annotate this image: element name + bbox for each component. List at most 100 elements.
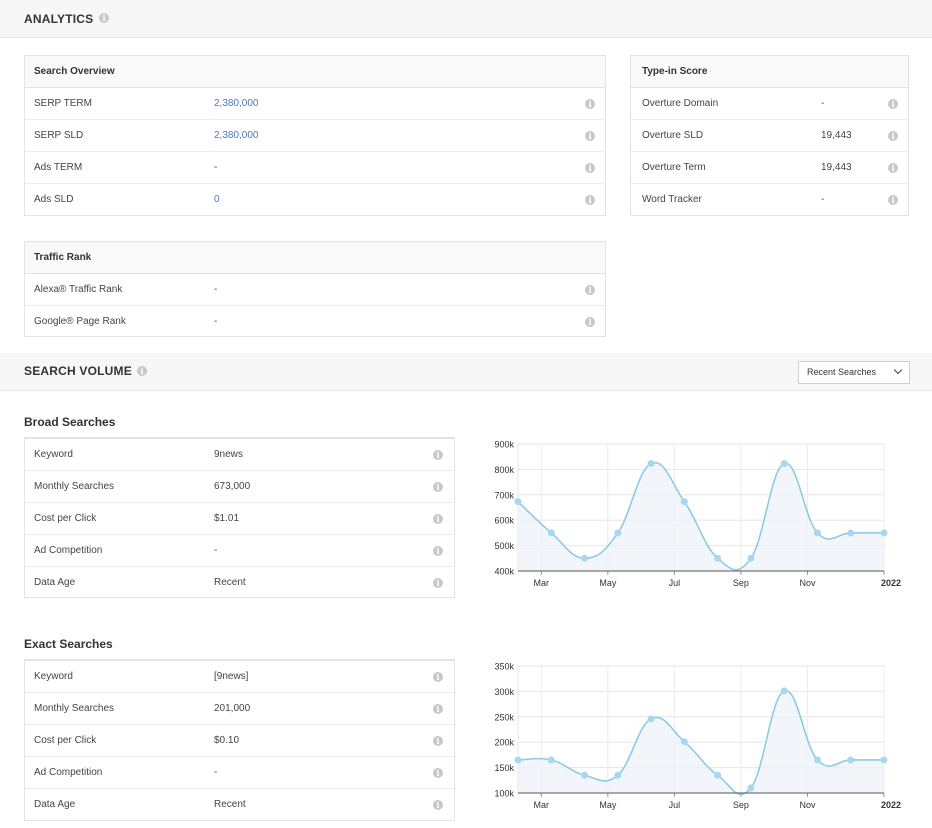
x-tick-label: 2022	[881, 578, 901, 588]
row-label: Cost per Click	[34, 513, 97, 524]
table-row: Overture Domain - i	[631, 88, 908, 120]
x-tick-label: Sep	[733, 800, 749, 810]
row-value: -	[214, 162, 218, 173]
table-row: Overture SLD 19,443 i	[631, 120, 908, 152]
info-icon[interactable]: i	[888, 163, 898, 173]
x-tick-label: May	[599, 578, 617, 588]
row-value: -	[214, 316, 218, 327]
info-icon[interactable]: i	[433, 514, 443, 524]
row-value-link[interactable]: 2,380,000	[214, 88, 259, 120]
chevron-down-icon	[893, 365, 903, 375]
info-icon[interactable]: i	[585, 99, 595, 109]
row-value: -	[214, 767, 218, 778]
data-point[interactable]	[813, 529, 821, 537]
info-icon[interactable]: i	[585, 285, 595, 295]
data-point[interactable]	[880, 529, 888, 537]
data-point[interactable]	[581, 554, 589, 562]
data-point[interactable]	[847, 529, 855, 537]
info-icon[interactable]: i	[99, 13, 109, 23]
data-point[interactable]	[647, 715, 655, 723]
search-volume-header: SEARCH VOLUME i	[0, 353, 932, 391]
data-point[interactable]	[647, 460, 655, 468]
recent-searches-dropdown[interactable]: Recent Searches	[798, 361, 910, 384]
y-tick-label: 150k	[494, 763, 514, 773]
y-tick-label: 350k	[494, 662, 514, 672]
table-row: Data Age Recent i	[25, 567, 454, 599]
row-value-link[interactable]: 2,380,000	[214, 120, 259, 152]
info-icon[interactable]: i	[888, 131, 898, 141]
table-row: Keyword 9news i	[25, 439, 454, 471]
search-volume-title: SEARCH VOLUME	[24, 364, 132, 378]
row-value: -	[214, 545, 218, 556]
data-point[interactable]	[680, 498, 688, 506]
table-row: Cost per Click $0.10 i	[25, 725, 454, 757]
row-value: [9news]	[214, 671, 249, 682]
row-value-link[interactable]: 0	[214, 184, 220, 216]
info-icon[interactable]: i	[433, 672, 443, 682]
info-icon[interactable]: i	[888, 99, 898, 109]
row-value: Recent	[214, 577, 246, 588]
data-point[interactable]	[547, 529, 555, 537]
table-row: Google® Page Rank - i	[25, 306, 605, 338]
data-point[interactable]	[780, 687, 788, 695]
data-point[interactable]	[581, 771, 589, 779]
data-point[interactable]	[714, 554, 722, 562]
data-point[interactable]	[614, 529, 622, 537]
row-label: Monthly Searches	[34, 703, 115, 714]
table-row: Cost per Click $1.01 i	[25, 503, 454, 535]
info-icon[interactable]: i	[433, 450, 443, 460]
data-point[interactable]	[514, 498, 522, 506]
info-icon[interactable]: i	[888, 195, 898, 205]
info-icon[interactable]: i	[433, 482, 443, 492]
x-tick-label: Sep	[733, 578, 749, 588]
info-icon[interactable]: i	[433, 546, 443, 556]
search-overview-title: Search Overview	[25, 56, 605, 88]
info-icon[interactable]: i	[433, 768, 443, 778]
table-row: Ad Competition - i	[25, 535, 454, 567]
data-point[interactable]	[747, 784, 755, 792]
info-icon[interactable]: i	[585, 163, 595, 173]
search-overview-card: Search Overview SERP TERM 2,380,000 i SE…	[24, 55, 606, 216]
table-row: Word Tracker - i	[631, 184, 908, 216]
y-tick-label: 900k	[494, 440, 514, 450]
x-tick-label: Mar	[534, 800, 550, 810]
info-icon[interactable]: i	[585, 317, 595, 327]
data-point[interactable]	[813, 756, 821, 764]
row-label: Ad Competition	[34, 767, 103, 778]
info-icon[interactable]: i	[585, 131, 595, 141]
data-point[interactable]	[547, 756, 555, 764]
table-row: Monthly Searches 673,000 i	[25, 471, 454, 503]
data-point[interactable]	[680, 738, 688, 746]
info-icon[interactable]: i	[585, 195, 595, 205]
type-in-score-title: Type-in Score	[631, 56, 908, 88]
info-icon[interactable]: i	[433, 736, 443, 746]
row-label: Overture Term	[642, 162, 706, 173]
data-point[interactable]	[880, 756, 888, 764]
row-label: Overture Domain	[642, 98, 719, 109]
row-label: Ads SLD	[34, 194, 74, 205]
data-point[interactable]	[747, 554, 755, 562]
row-label: SERP SLD	[34, 130, 84, 141]
row-value: 19,443	[821, 130, 852, 141]
info-icon[interactable]: i	[433, 800, 443, 810]
table-row: SERP TERM 2,380,000 i	[25, 88, 605, 120]
info-icon[interactable]: i	[433, 704, 443, 714]
data-point[interactable]	[780, 460, 788, 468]
table-row: Monthly Searches 201,000 i	[25, 693, 454, 725]
row-label: Keyword	[34, 671, 73, 682]
x-tick-label: May	[599, 800, 617, 810]
row-value: -	[821, 194, 825, 205]
table-row: Keyword [9news] i	[25, 661, 454, 693]
data-point[interactable]	[847, 756, 855, 764]
data-point[interactable]	[714, 771, 722, 779]
type-in-score-card: Type-in Score Overture Domain - i Overtu…	[630, 55, 909, 216]
exact-searches-title: Exact Searches	[24, 637, 113, 651]
row-label: Data Age	[34, 799, 76, 810]
data-point[interactable]	[614, 771, 622, 779]
row-value: -	[214, 284, 218, 295]
x-tick-label: Jul	[669, 578, 681, 588]
x-tick-label: 2022	[881, 800, 901, 810]
data-point[interactable]	[514, 756, 522, 764]
info-icon[interactable]: i	[433, 578, 443, 588]
info-icon[interactable]: i	[137, 366, 147, 376]
